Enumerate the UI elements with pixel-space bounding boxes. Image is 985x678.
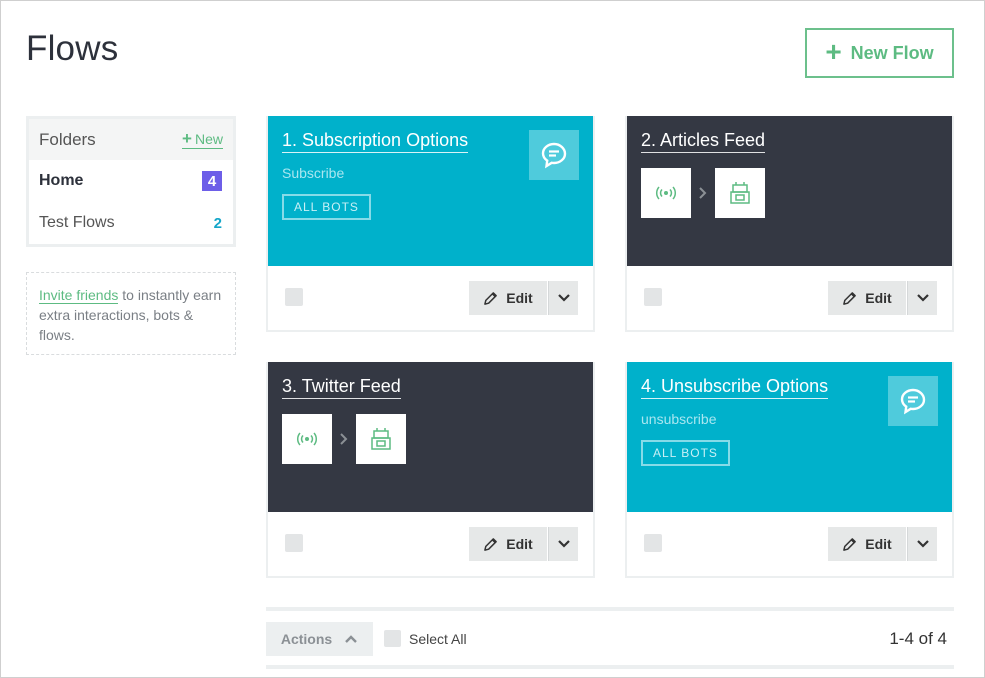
footer-divider [266, 607, 954, 611]
edit-button[interactable]: Edit [828, 527, 906, 561]
broadcast-icon [282, 414, 332, 464]
flow-card-header: 1. Subscription Options Subscribe ALL BO… [268, 116, 593, 266]
edit-label: Edit [506, 536, 533, 552]
folder-label: Home [39, 172, 84, 189]
edit-button-group: Edit [469, 281, 578, 315]
flow-card-title[interactable]: 4. Unsubscribe Options [641, 376, 829, 399]
folders-header: Folders + New [29, 119, 233, 160]
plus-icon: + [182, 129, 192, 148]
flow-card-checkbox[interactable] [644, 534, 662, 552]
folders-title: Folders [39, 129, 96, 149]
chevron-down-icon[interactable] [907, 281, 937, 315]
select-all-control[interactable]: Select All [384, 630, 467, 647]
robot-icon [715, 168, 765, 218]
edit-label: Edit [865, 290, 892, 306]
edit-button[interactable]: Edit [828, 281, 906, 315]
flow-card-footer: Edit [627, 512, 952, 578]
edit-button[interactable]: Edit [469, 527, 547, 561]
new-folder-link[interactable]: + New [182, 130, 223, 149]
folder-count-badge: 4 [202, 171, 222, 191]
chat-bubble-icon [888, 376, 938, 426]
flow-nodes [282, 414, 579, 464]
edit-label: Edit [865, 536, 892, 552]
chevron-down-icon[interactable] [548, 527, 578, 561]
flow-card-footer: Edit [627, 266, 952, 332]
pencil-icon [484, 537, 498, 551]
invite-box: Invite friends to instantly earn extra i… [26, 272, 236, 355]
chevron-down-icon[interactable] [907, 527, 937, 561]
bots-tag: ALL BOTS [641, 440, 730, 466]
edit-button-group: Edit [469, 527, 578, 561]
chevron-right-icon [697, 187, 709, 199]
flow-card-footer: Edit [268, 266, 593, 332]
folders-panel: Folders + New Home 4 Test Flows 2 [26, 116, 236, 247]
pencil-icon [843, 537, 857, 551]
edit-label: Edit [506, 290, 533, 306]
chevron-right-icon [338, 433, 350, 445]
page-title: Flows [26, 29, 119, 68]
folder-item-home[interactable]: Home 4 [29, 160, 233, 202]
select-all-checkbox[interactable] [384, 630, 401, 647]
edit-button-group: Edit [828, 281, 937, 315]
pencil-icon [843, 291, 857, 305]
flow-card-title[interactable]: 3. Twitter Feed [282, 376, 401, 399]
actions-button[interactable]: Actions [266, 622, 373, 656]
flow-card-header: 4. Unsubscribe Options unsubscribe ALL B… [627, 362, 952, 512]
edit-button[interactable]: Edit [469, 281, 547, 315]
flow-card-title[interactable]: 2. Articles Feed [641, 130, 766, 153]
robot-icon [356, 414, 406, 464]
flow-card: 1. Subscription Options Subscribe ALL BO… [266, 116, 595, 332]
flow-card: 3. Twitter Feed Edit [266, 362, 595, 578]
folder-label: Test Flows [39, 214, 115, 231]
flow-card-checkbox[interactable] [285, 288, 303, 306]
flow-nodes [641, 168, 938, 218]
flow-card-title[interactable]: 1. Subscription Options [282, 130, 469, 153]
chat-bubble-icon [529, 130, 579, 180]
broadcast-icon [641, 168, 691, 218]
select-all-label: Select All [409, 630, 467, 647]
flow-card: 2. Articles Feed Edit [625, 116, 954, 332]
new-flow-label: New Flow [850, 42, 934, 63]
footer-divider [266, 665, 954, 669]
actions-label: Actions [280, 631, 333, 647]
flow-card-header: 2. Articles Feed [627, 116, 952, 266]
plus-icon: + [825, 35, 842, 67]
chevron-up-icon [345, 635, 358, 643]
flow-card-header: 3. Twitter Feed [268, 362, 593, 512]
folder-item-test-flows[interactable]: Test Flows 2 [29, 202, 233, 244]
pencil-icon [484, 291, 498, 305]
flow-card: 4. Unsubscribe Options unsubscribe ALL B… [625, 362, 954, 578]
pagination-info: 1-4 of 4 [889, 629, 947, 648]
new-flow-button[interactable]: + New Flow [805, 28, 954, 78]
chevron-down-icon[interactable] [548, 281, 578, 315]
invite-friends-link[interactable]: Invite friends [39, 287, 119, 304]
new-folder-label: New [194, 130, 223, 147]
flow-card-checkbox[interactable] [285, 534, 303, 552]
flow-card-checkbox[interactable] [644, 288, 662, 306]
flow-card-footer: Edit [268, 512, 593, 578]
bots-tag: ALL BOTS [282, 194, 371, 220]
folder-count: 2 [213, 214, 222, 232]
edit-button-group: Edit [828, 527, 937, 561]
